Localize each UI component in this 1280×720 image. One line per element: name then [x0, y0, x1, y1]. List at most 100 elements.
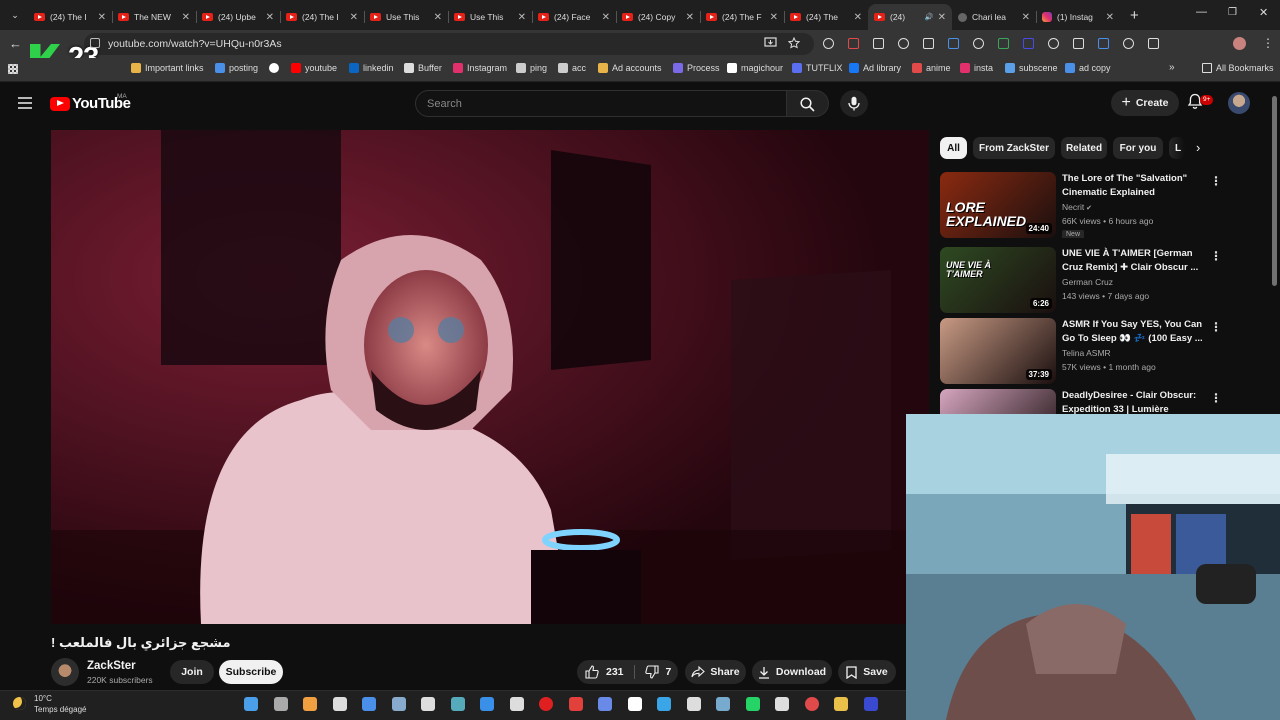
more-actions-icon[interactable]: ⋮: [1210, 391, 1220, 405]
apps-grid-icon[interactable]: [8, 64, 18, 74]
chip-more[interactable]: L: [1169, 137, 1185, 159]
taskbar-app-icon[interactable]: [686, 697, 701, 711]
browser-extension-icon[interactable]: [1048, 38, 1059, 49]
browser-tab[interactable]: Chari lea ✕: [952, 4, 1036, 30]
related-video-title[interactable]: DeadlyDesiree - Clair Obscur: Expedition…: [1062, 389, 1204, 415]
tab-close-icon[interactable]: ✕: [1022, 12, 1030, 23]
tab-close-icon[interactable]: ✕: [350, 12, 358, 23]
tab-close-icon[interactable]: ✕: [1106, 12, 1114, 23]
bookmark-item[interactable]: acc: [558, 63, 586, 73]
hamburger-menu-icon[interactable]: [18, 97, 32, 109]
browser-tab[interactable]: The NEW ✕: [112, 4, 196, 30]
profile-menu-avatar[interactable]: [1233, 37, 1246, 50]
browser-extension-icon[interactable]: [898, 38, 909, 49]
related-video-channel[interactable]: Necrit ✔: [1062, 202, 1092, 212]
bookmark-item[interactable]: Ad accounts: [598, 63, 662, 73]
taskbar-app-icon[interactable]: [745, 697, 760, 711]
bookmark-item[interactable]: anime: [912, 63, 951, 73]
search-button[interactable]: [787, 90, 829, 117]
start-menu-icon[interactable]: [244, 697, 258, 711]
browser-tab[interactable]: (24) Face ✕: [532, 4, 616, 30]
tab-close-icon[interactable]: ✕: [686, 12, 694, 23]
site-info-icon[interactable]: [90, 38, 100, 48]
bookmark-item[interactable]: Important links: [131, 63, 204, 73]
related-video-title[interactable]: The Lore of The "Salvation" Cinematic Ex…: [1062, 172, 1204, 200]
tab-close-icon[interactable]: ✕: [854, 12, 862, 23]
tab-close-icon[interactable]: ✕: [434, 12, 442, 23]
taskbar-app-icon[interactable]: [657, 697, 671, 711]
taskbar-app-icon[interactable]: [362, 697, 376, 711]
taskbar-app-icon[interactable]: [509, 697, 524, 711]
install-app-icon[interactable]: [764, 37, 777, 49]
related-video-item[interactable]: UNE VIE À T'AIMER 6:26 UNE VIE À T'AIMER […: [940, 247, 1220, 313]
video-player[interactable]: [51, 130, 929, 624]
bookmark-item[interactable]: youtube: [291, 63, 337, 73]
browser-extension-icon[interactable]: [1148, 38, 1159, 49]
taskbar-app-icon[interactable]: [303, 697, 317, 711]
browser-tab[interactable]: Use This ✕: [448, 4, 532, 30]
chips-next-chevron-icon[interactable]: ›: [1196, 140, 1200, 155]
join-button[interactable]: Join: [170, 660, 214, 684]
search-input[interactable]: [416, 91, 786, 116]
bookmark-item[interactable]: [269, 63, 283, 73]
chrome-menu-icon[interactable]: ⋮: [1262, 36, 1274, 50]
browser-extension-icon[interactable]: [1098, 38, 1109, 49]
browser-extension-icon[interactable]: [973, 38, 984, 49]
browser-tab[interactable]: (24) The I ✕: [28, 4, 112, 30]
window-restore-button[interactable]: ❐: [1228, 7, 1237, 18]
tab-close-icon[interactable]: ✕: [266, 12, 274, 23]
related-video-channel[interactable]: Telina ASMR: [1062, 348, 1111, 358]
bookmark-item[interactable]: TUTFLIX: [792, 63, 843, 73]
subscribe-button[interactable]: Subscribe: [219, 660, 283, 684]
taskbar-app-icon[interactable]: [539, 697, 553, 711]
browser-extension-icon[interactable]: [998, 38, 1009, 49]
browser-tab[interactable]: (24) Copy ✕: [616, 4, 700, 30]
taskbar-app-icon[interactable]: [627, 697, 642, 711]
bookmark-item[interactable]: insta: [960, 63, 993, 73]
browser-tab[interactable]: (24) The F ✕: [700, 4, 784, 30]
related-video-item[interactable]: LORE EXPLAINED 24:40 The Lore of The "Salv…: [940, 172, 1220, 238]
weather-description[interactable]: Temps dégagé: [34, 705, 86, 714]
related-video-item[interactable]: 37:39 ASMR If You Say YES, You Can Go To …: [940, 318, 1220, 384]
taskbar-app-icon[interactable]: [421, 697, 435, 711]
bookmark-item[interactable]: Buffer: [404, 63, 442, 73]
thumbs-down-icon[interactable]: [644, 665, 659, 679]
window-minimize-button[interactable]: —: [1196, 6, 1207, 18]
window-close-button[interactable]: ✕: [1259, 6, 1268, 19]
weather-moon-icon[interactable]: [13, 697, 26, 710]
taskbar-app-icon[interactable]: [332, 697, 347, 711]
bookmark-item[interactable]: Process: [673, 63, 720, 73]
tab-close-icon[interactable]: ✕: [938, 12, 946, 23]
taskbar-app-icon[interactable]: [598, 697, 612, 711]
taskbar-app-icon[interactable]: [391, 697, 406, 711]
browser-extension-icon[interactable]: [1023, 38, 1034, 49]
create-button[interactable]: + Create: [1111, 90, 1179, 116]
browser-tab[interactable]: (24) The I ✕: [280, 4, 364, 30]
browser-tab[interactable]: Use This ✕: [364, 4, 448, 30]
weather-temperature[interactable]: 10°C: [34, 694, 52, 703]
bookmark-item[interactable]: ad copy: [1065, 63, 1111, 73]
video-thumbnail[interactable]: LORE EXPLAINED 24:40: [940, 172, 1056, 238]
all-bookmarks-folder[interactable]: All Bookmarks: [1202, 63, 1274, 73]
channel-name[interactable]: ZackSter: [87, 660, 136, 672]
taskbar-app-icon[interactable]: [863, 697, 878, 711]
browser-extension-icon[interactable]: [1073, 38, 1084, 49]
related-video-title[interactable]: ASMR If You Say YES, You Can Go To Sleep…: [1062, 318, 1204, 346]
download-button[interactable]: Download: [752, 660, 832, 684]
channel-avatar[interactable]: [51, 658, 79, 686]
taskbar-app-icon[interactable]: [273, 697, 288, 711]
tab-search-button[interactable]: ⌄: [2, 5, 28, 25]
bookmark-item[interactable]: linkedin: [349, 63, 394, 73]
taskbar-app-icon[interactable]: [716, 697, 730, 711]
chip-related[interactable]: Related: [1061, 137, 1107, 159]
taskbar-app-icon[interactable]: [775, 697, 789, 711]
more-actions-icon[interactable]: ⋮: [1210, 174, 1220, 188]
new-tab-button[interactable]: +: [1130, 7, 1139, 24]
url-text[interactable]: youtube.com/watch?v=UHQu-n0r3As: [108, 38, 282, 50]
browser-extension-icon[interactable]: [923, 38, 934, 49]
share-button[interactable]: Share: [685, 660, 746, 684]
browser-extension-icon[interactable]: [948, 38, 959, 49]
browser-extension-icon[interactable]: [873, 38, 884, 49]
browser-extension-icon[interactable]: [848, 38, 859, 49]
chip-for-you[interactable]: For you: [1113, 137, 1163, 159]
